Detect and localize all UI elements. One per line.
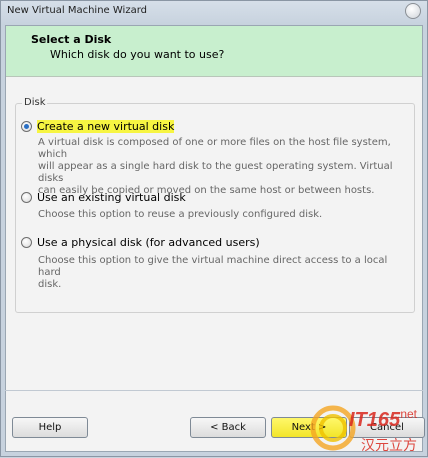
wizard-header: Select a Disk Which disk do you want to … <box>6 26 422 77</box>
window-title: New Virtual Machine Wizard <box>7 5 147 16</box>
wizard-content: Select a Disk Which disk do you want to … <box>5 25 423 452</box>
description-line: A virtual disk is composed of one or mor… <box>38 137 391 160</box>
description-line: disk. <box>38 279 62 290</box>
create-new-disk-option[interactable]: Create a new virtual disk <box>21 120 175 133</box>
page-title: Select a Disk <box>31 33 112 46</box>
existing-disk-label[interactable]: Use an existing virtual disk <box>37 191 186 204</box>
radio-existing-disk[interactable] <box>21 192 32 203</box>
physical-disk-option[interactable]: Use a physical disk (for advanced users) <box>21 236 260 249</box>
cancel-button[interactable]: Cancel <box>349 417 425 438</box>
title-bar: New Virtual Machine Wizard <box>1 1 427 25</box>
create-new-disk-label[interactable]: Create a new virtual disk <box>37 120 175 133</box>
physical-disk-description: Choose this option to give the virtual m… <box>38 255 408 291</box>
radio-physical-disk[interactable] <box>21 237 32 248</box>
wizard-window: New Virtual Machine Wizard Select a Disk… <box>0 0 428 457</box>
footer-separator <box>5 390 423 391</box>
physical-disk-label[interactable]: Use a physical disk (for advanced users) <box>37 236 260 249</box>
description-line: will appear as a single hard disk to the… <box>38 161 393 184</box>
existing-disk-option[interactable]: Use an existing virtual disk <box>21 191 186 204</box>
close-icon[interactable] <box>405 3 421 19</box>
create-new-disk-description: A virtual disk is composed of one or mor… <box>38 137 408 197</box>
next-button[interactable]: Next > <box>271 417 347 438</box>
description-line: Choose this option to give the virtual m… <box>38 255 388 278</box>
disk-group-label: Disk <box>22 97 48 108</box>
description-line: Choose this option to reuse a previously… <box>38 209 323 220</box>
page-subtitle: Which disk do you want to use? <box>50 48 225 61</box>
existing-disk-description: Choose this option to reuse a previously… <box>38 209 408 221</box>
help-button[interactable]: Help <box>12 417 88 438</box>
radio-create-new-disk[interactable] <box>21 121 32 132</box>
back-button[interactable]: < Back <box>190 417 266 438</box>
